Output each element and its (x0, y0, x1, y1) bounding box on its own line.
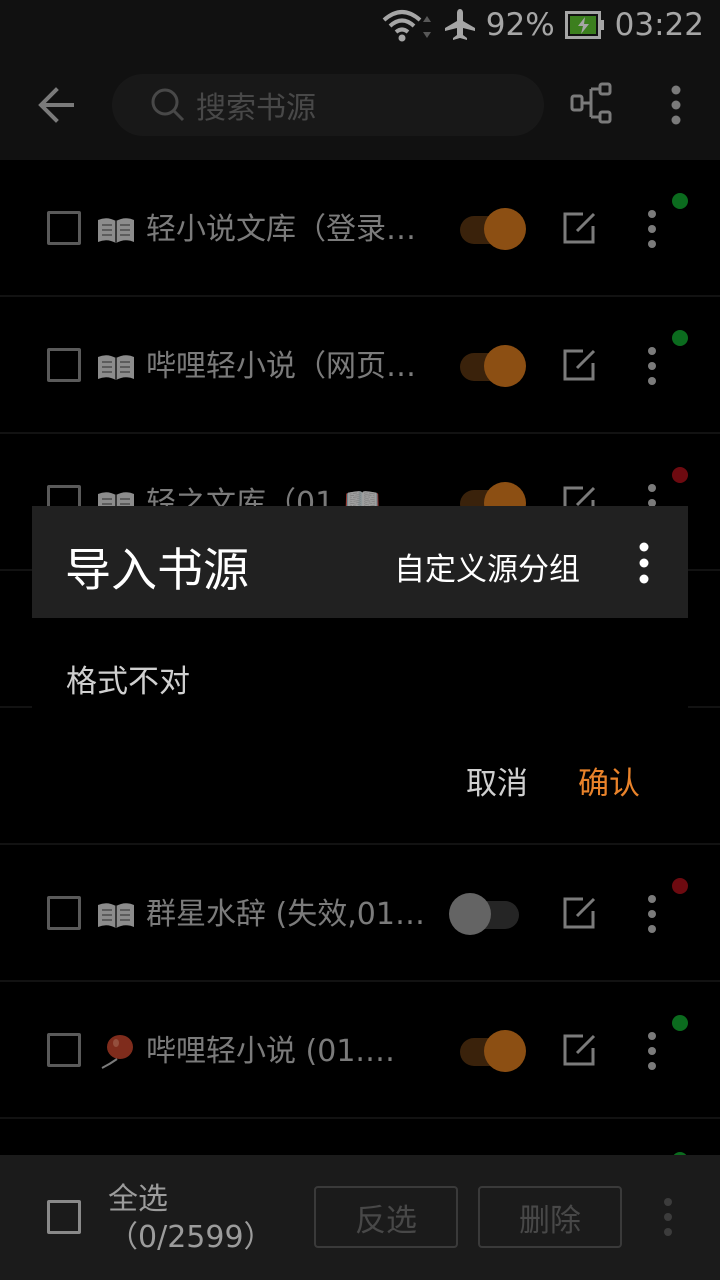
select-all-text: 全选 (108, 1182, 168, 1217)
dialog-menu-icon[interactable] (632, 540, 656, 586)
cancel-button[interactable]: 取消 (466, 758, 528, 803)
dialog-title: 导入书源 (65, 543, 249, 597)
delete-button[interactable]: 删除 (478, 1186, 622, 1248)
custom-group-button[interactable]: 自定义源分组 (394, 544, 580, 589)
bottom-bar: 全选 （0/2599） 反选 删除 (0, 1155, 720, 1280)
dialog-message: 格式不对 (66, 664, 190, 700)
invert-selection-button[interactable]: 反选 (314, 1186, 458, 1248)
import-source-dialog: 导入书源 自定义源分组 格式不对 取消 确认 (32, 506, 688, 822)
confirm-button[interactable]: 确认 (578, 758, 640, 803)
selection-count: （0/2599） (108, 1220, 274, 1255)
select-all-checkbox[interactable] (47, 1200, 81, 1234)
select-all-label[interactable]: 全选 （0/2599） (108, 1181, 274, 1257)
bottom-menu-icon[interactable] (658, 1195, 678, 1239)
dialog-header: 导入书源 自定义源分组 (32, 506, 688, 618)
